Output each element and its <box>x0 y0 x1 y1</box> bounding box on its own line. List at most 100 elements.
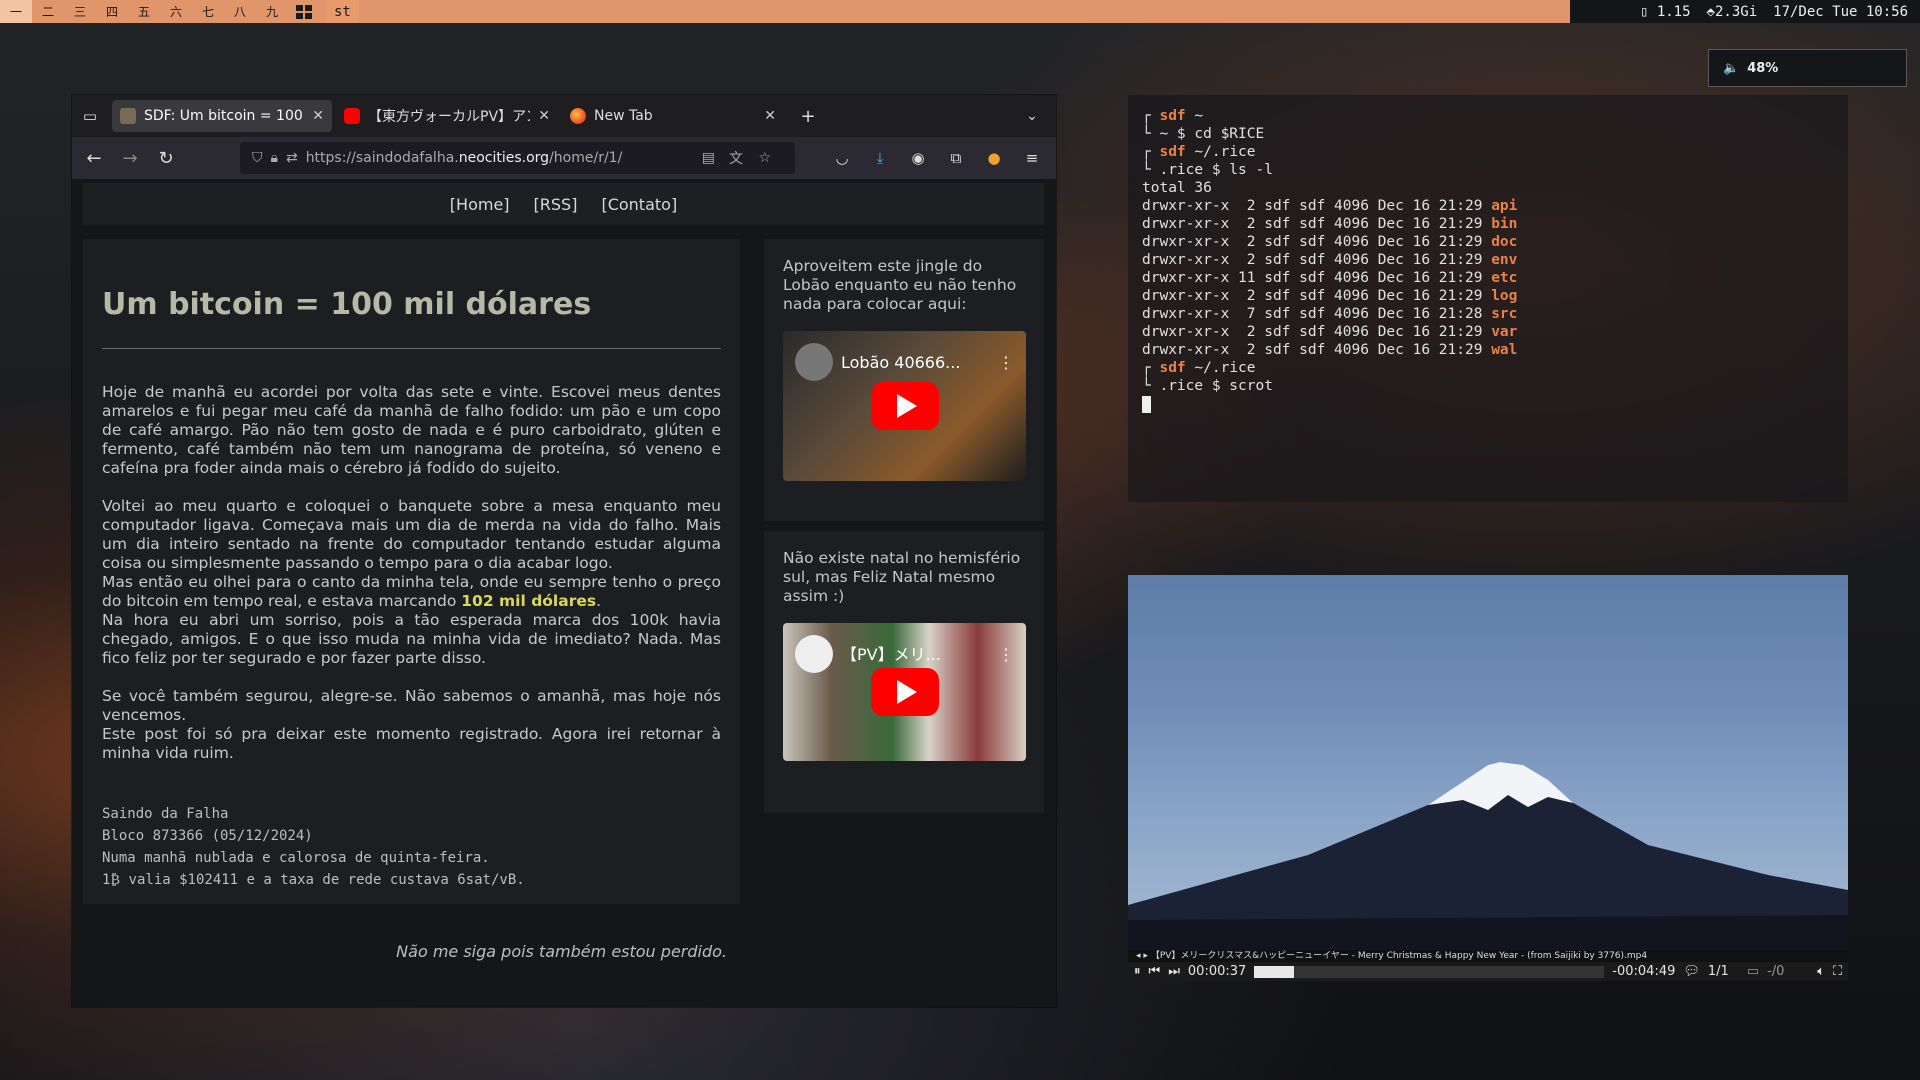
volume-icon[interactable]: 🔈︎ <box>1817 964 1825 979</box>
seek-bar[interactable] <box>1254 965 1605 978</box>
paragraph-4: Na hora eu abri um sorriso, pois a tão e… <box>102 611 721 667</box>
terminal-window[interactable]: ┌ sdf ~ └ ~ $ cd $RICE ┌ sdf ~/.rice └ .ric… <box>1128 95 1848 502</box>
workspace-8[interactable]: 八 <box>224 0 256 23</box>
tab-sdf[interactable]: SDF: Um bitcoin = 100 m ✕ <box>112 100 332 132</box>
account-icon[interactable]: ◉ <box>900 142 936 174</box>
channel-avatar <box>795 343 833 381</box>
firefox-favicon-icon <box>570 108 586 124</box>
terminal-line: drwxr-xr-x 7 sdf sdf 4096 Dec 16 21:28 s… <box>1142 306 1518 322</box>
browser-window: ▭ SDF: Um bitcoin = 100 m ✕ 【東方ヴォーカルPV】ア… <box>72 95 1056 1007</box>
tab-overview-icon[interactable]: ▭ <box>72 100 108 132</box>
video-frame[interactable] <box>1128 575 1848 950</box>
workspace-4[interactable]: 四 <box>96 0 128 23</box>
workspace-5[interactable]: 五 <box>128 0 160 23</box>
reader-view-icon[interactable]: ▤ <box>702 150 715 166</box>
youtube-play-icon[interactable] <box>870 668 939 716</box>
shield-icon[interactable]: ⛉ <box>252 150 263 166</box>
next-arrow-icon[interactable]: ▸ <box>1143 951 1148 961</box>
skip-forward-icon[interactable]: ⏭ <box>1168 964 1180 979</box>
signature-line: Bloco 873366 (05/12/2024) <box>102 828 313 844</box>
page-footer: Não me siga pois também estou perdido. <box>396 942 727 961</box>
web-page: [Home] [RSS] [Contato] Um bitcoin = 100 … <box>72 179 1056 1007</box>
nav-home-link[interactable]: [Home] <box>450 195 510 214</box>
elapsed-time: 00:00:37 <box>1187 964 1247 979</box>
terminal-line: └ ~ $ cd $RICE <box>1142 126 1265 142</box>
status-area: ▯ 1.15 ⬘2.3Gi 17/Dec Tue 10:56 <box>1570 0 1920 23</box>
signature-line: Saindo da Falha <box>102 806 229 822</box>
close-tab-icon[interactable]: ✕ <box>538 108 550 124</box>
tab-list-chevron-down-icon[interactable]: ⌄ <box>1014 100 1050 132</box>
favicon-icon <box>120 108 136 124</box>
forward-icon[interactable]: → <box>112 142 148 174</box>
mem-status: ⬘2.3Gi <box>1707 4 1758 20</box>
tab-new-tab[interactable]: New Tab ✕ <box>562 100 784 132</box>
more-options-icon[interactable]: ⋮ <box>998 353 1014 372</box>
divider <box>102 348 721 349</box>
fullscreen-icon[interactable]: ⛶ <box>1833 964 1842 979</box>
bookmark-star-icon[interactable]: ☆ <box>758 150 771 166</box>
paragraph-3: Mas então eu olhei para o canto da minha… <box>102 573 721 610</box>
playlist-icon[interactable]: 💬︎ <box>1683 964 1700 979</box>
extensions-icon[interactable]: ⧉ <box>938 142 974 174</box>
tab-label: SDF: Um bitcoin = 100 m <box>144 108 305 124</box>
terminal-line: total 36 <box>1142 180 1212 196</box>
workspace-1[interactable]: 一 <box>0 0 32 23</box>
prev-arrow-icon[interactable]: ◂ <box>1136 951 1141 961</box>
reload-icon[interactable]: ↻ <box>148 142 184 174</box>
mem-usage: 2.3Gi <box>1714 3 1758 20</box>
permissions-icon[interactable]: ⇄ <box>286 150 298 166</box>
back-icon[interactable]: ← <box>76 142 112 174</box>
subtitle-icon[interactable]: ▭ <box>1747 964 1759 979</box>
terminal-line: drwxr-xr-x 2 sdf sdf 4096 Dec 16 21:29 d… <box>1142 234 1518 250</box>
lock-icon[interactable]: 🔒︎ <box>271 150 278 166</box>
youtube-favicon-icon <box>344 108 360 124</box>
paragraph-1: Hoje de manhã eu acordei por volta das s… <box>102 383 721 477</box>
terminal-line: drwxr-xr-x 2 sdf sdf 4096 Dec 16 21:29 e… <box>1142 252 1518 268</box>
url-bar[interactable]: ⛉ 🔒︎ ⇄ https://saindodafalha.neocities.o… <box>240 142 795 174</box>
workspace-2[interactable]: 二 <box>32 0 64 23</box>
seek-progress <box>1254 965 1294 978</box>
pocket-icon[interactable]: ◡ <box>824 142 860 174</box>
nav-contato-link[interactable]: [Contato] <box>601 195 677 214</box>
channel-avatar <box>795 635 833 673</box>
cpu-load: 1.15 <box>1656 3 1691 20</box>
youtube-play-icon[interactable] <box>870 382 939 430</box>
workspace-7[interactable]: 七 <box>192 0 224 23</box>
terminal-line: └ .rice $ scrot <box>1142 378 1273 394</box>
video-player-window: ◂ ▸ 【PV】メリークリスマス&ハッピーニューイヤー - Merry Chri… <box>1128 575 1848 981</box>
new-tab-plus-icon[interactable]: + <box>790 100 826 132</box>
url-text[interactable]: https://saindodafalha.neocities.org/home… <box>306 150 623 166</box>
nav-rss-link[interactable]: [RSS] <box>534 195 578 214</box>
media-info-bar: ◂ ▸ 【PV】メリークリスマス&ハッピーニューイヤー - Merry Chri… <box>1128 950 1848 962</box>
navigation-toolbar: ← → ↻ ⛉ 🔒︎ ⇄ https://saindodafalha.neoci… <box>72 137 1056 179</box>
volume-level: 48% <box>1747 60 1779 76</box>
terminal-line: └ .rice $ ls -l <box>1142 162 1273 178</box>
layout-grid-icon[interactable] <box>288 0 320 23</box>
tab-touhou-pv[interactable]: 【東方ヴォーカルPV】アン ✕ <box>336 100 558 132</box>
close-tab-icon[interactable]: ✕ <box>312 108 324 124</box>
close-tab-icon[interactable]: ✕ <box>764 108 776 124</box>
extension-addon-icon[interactable]: ● <box>976 142 1012 174</box>
video-title: 【PV】メリ... <box>841 644 941 664</box>
price-highlight: 102 mil dólares <box>461 592 597 610</box>
skip-back-icon[interactable]: ⏮ <box>1149 964 1161 979</box>
workspace-9[interactable]: 九 <box>256 0 288 23</box>
terminal-line: drwxr-xr-x 2 sdf sdf 4096 Dec 16 21:29 v… <box>1142 324 1518 340</box>
speaker-icon: 🔈 <box>1723 60 1740 76</box>
more-options-icon[interactable]: ⋮ <box>998 645 1014 664</box>
playlist-position: 1/1 <box>1707 964 1729 979</box>
workspace-3[interactable]: 三 <box>64 0 96 23</box>
tab-label: 【東方ヴォーカルPV】アン <box>368 109 531 125</box>
youtube-embed-pv[interactable]: 【PV】メリ... ⋮ <box>783 623 1026 761</box>
menu-hamburger-icon[interactable]: ≡ <box>1014 142 1050 174</box>
article: Um bitcoin = 100 mil dólares Hoje de man… <box>83 239 740 904</box>
workspace-6[interactable]: 六 <box>160 0 192 23</box>
terminal-line: drwxr-xr-x 2 sdf sdf 4096 Dec 16 21:29 b… <box>1142 216 1518 232</box>
translate-icon[interactable]: 文 <box>729 148 743 168</box>
youtube-embed-lobao[interactable]: Lobão 40666... ⋮ <box>783 331 1026 481</box>
toolbar-right: ◡ ⤓ ◉ ⧉ ● ≡ <box>824 142 1050 174</box>
cpu-icon: ▯ <box>1639 3 1649 20</box>
download-icon[interactable]: ⤓ <box>862 142 898 174</box>
pause-icon[interactable]: ⏸ <box>1134 964 1141 979</box>
sidebar-text: Aproveitem este jingle do Lobão enquanto… <box>783 257 1017 313</box>
